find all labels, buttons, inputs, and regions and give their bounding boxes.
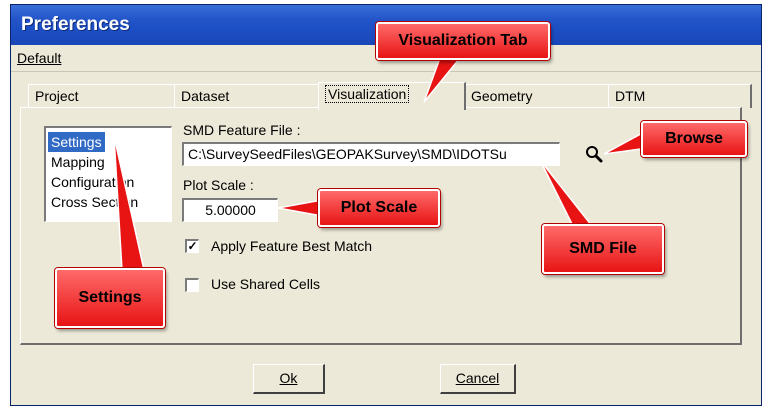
browse-callout: Browse (641, 121, 747, 157)
smd-file-arrow (539, 159, 594, 227)
callout-label: Browse (665, 130, 723, 147)
settings-callout: Settings (55, 268, 165, 328)
plot-scale-arrow (277, 199, 323, 217)
callout-label: SMD File (569, 240, 637, 257)
visualization-tab-arrow (423, 57, 462, 103)
visualization-tab-callout: Visualization Tab (376, 22, 550, 60)
settings-arrow (113, 135, 145, 271)
smd-file-callout: SMD File (542, 224, 664, 274)
callout-label: Visualization Tab (398, 32, 528, 49)
callout-label: Plot Scale (340, 199, 418, 216)
callout-label: Settings (78, 289, 142, 306)
plot-scale-callout: Plot Scale (318, 189, 440, 227)
